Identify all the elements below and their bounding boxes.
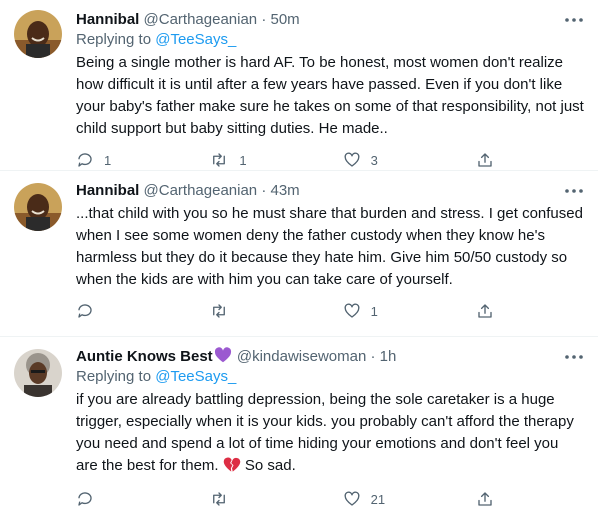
like-button[interactable]: 3 [343,151,413,169]
display-name[interactable]: Hannibal [76,182,139,199]
reply-button[interactable] [76,302,146,320]
share-icon [478,492,492,506]
replying-to-label: Replying to [76,368,152,385]
avatar[interactable] [14,183,62,231]
user-handle[interactable]: @kindawisewoman [237,348,366,365]
reply-button[interactable] [76,490,146,508]
broken-heart-icon [223,457,240,472]
user-handle[interactable]: @Carthageanian [144,182,258,199]
purple-heart-icon [214,347,231,363]
like-count: 21 [370,491,386,507]
user-handle[interactable]: @Carthageanian [144,11,258,28]
mention-link[interactable]: @TeeSays_ [155,31,236,48]
avatar[interactable] [14,349,62,397]
like-button[interactable]: 1 [343,302,413,320]
tweet-text-container: if you are already battling depression, … [76,389,584,477]
retweet-button[interactable]: 1 [209,151,279,169]
tweet-content: Hannibal @Carthageanian · 50m Replying t… [76,10,584,170]
share-button[interactable] [476,151,496,169]
reply-count: 1 [104,152,112,168]
avatar[interactable] [14,10,62,58]
replying-to-label: Replying to [76,31,152,48]
tweet-text: if you are already battling depression, … [76,391,574,474]
tweet-content: Auntie Knows Best @kindawisewoman · 1h R… [76,347,584,509]
tweet-text: ...that child with you so he must share … [76,205,583,288]
tweet-thread: Hannibal @Carthageanian · 50m Replying t… [0,0,598,519]
display-name[interactable]: Hannibal [76,11,139,28]
tweet-text-tail: So sad. [244,457,296,474]
tweet-header: Hannibal @Carthageanian · 50m [76,10,584,30]
action-bar: 1 [76,301,496,321]
tweet[interactable]: Hannibal @Carthageanian · 43m ...that ch… [0,170,598,336]
like-icon [344,152,360,167]
like-icon [344,491,360,506]
tweet[interactable]: Hannibal @Carthageanian · 50m Replying t… [0,0,598,170]
share-icon [478,153,492,167]
separator-dot: · [370,348,376,365]
like-count: 3 [370,152,378,168]
share-button[interactable] [476,302,496,320]
replying-to: Replying to @TeeSays_ [76,367,584,387]
separator-dot: · [261,182,267,199]
tweet-content: Hannibal @Carthageanian · 43m ...that ch… [76,181,584,321]
like-icon [344,303,360,318]
retweet-icon [213,153,226,167]
more-icon[interactable] [564,185,584,197]
like-count: 1 [370,303,378,319]
like-button[interactable]: 21 [343,490,413,508]
tweet-text: Being a single mother is hard AF. To be … [76,54,584,137]
retweet-icon [213,492,226,506]
share-button[interactable] [476,490,496,508]
tweet-header: Auntie Knows Best @kindawisewoman · 1h [76,347,584,367]
tweet-header: Hannibal @Carthageanian · 43m [76,181,584,201]
retweet-icon [213,304,226,318]
reply-icon [78,304,92,318]
retweet-button[interactable] [209,302,279,320]
reply-icon [78,153,92,167]
display-name[interactable]: Auntie Knows Best [76,348,213,365]
mention-link[interactable]: @TeeSays_ [155,368,236,385]
more-icon[interactable] [564,351,584,363]
reply-icon [78,492,92,506]
action-bar: 21 [76,489,496,509]
retweet-button[interactable] [209,490,279,508]
replying-to: Replying to @TeeSays_ [76,30,584,50]
timestamp[interactable]: 43m [271,182,300,199]
action-bar: 1 1 3 [76,150,496,170]
share-icon [478,304,492,318]
more-icon[interactable] [564,14,584,26]
separator-dot: · [261,11,267,28]
retweet-count: 1 [239,152,247,168]
timestamp[interactable]: 1h [380,348,397,365]
tweet[interactable]: Auntie Knows Best @kindawisewoman · 1h R… [0,336,598,519]
timestamp[interactable]: 50m [271,11,300,28]
reply-button[interactable]: 1 [76,151,146,169]
